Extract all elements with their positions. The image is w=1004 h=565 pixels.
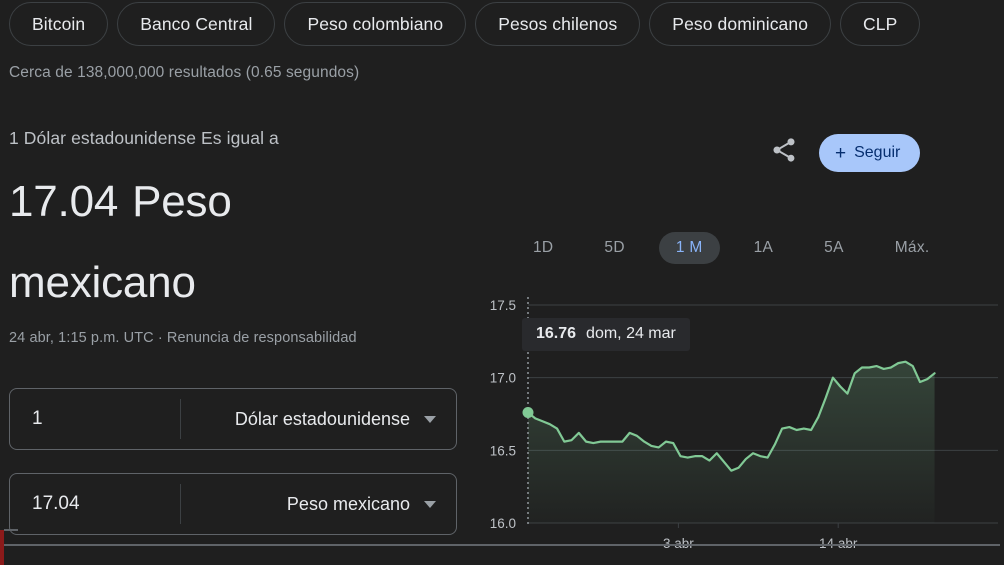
from-currency-select[interactable]: Dólar estadounidense xyxy=(181,409,456,430)
chip-clp[interactable]: CLP xyxy=(840,2,921,46)
currency-converter-panel: 1 Dólar estadounidense Es igual a 17.04 … xyxy=(9,128,469,346)
results-count: Cerca de 138,000,000 resultados (0.65 se… xyxy=(9,64,360,81)
from-amount-value[interactable]: 1 xyxy=(10,408,180,430)
svg-text:17.0: 17.0 xyxy=(490,371,516,386)
svg-text:17.5: 17.5 xyxy=(490,298,516,313)
share-icon[interactable] xyxy=(770,136,798,164)
range-tab-max[interactable]: Máx. xyxy=(878,232,947,264)
to-currency-select[interactable]: Peso mexicano xyxy=(181,494,456,515)
range-tab-5a[interactable]: 5A xyxy=(807,232,861,264)
follow-button[interactable]: + Seguir xyxy=(819,134,921,172)
from-currency-label: Dólar estadounidense xyxy=(234,408,410,429)
viewport-edge-artifact xyxy=(0,530,4,565)
conversion-result: 17.04 Peso mexicano xyxy=(9,177,232,308)
to-amount-value[interactable]: 17.04 xyxy=(10,493,180,515)
chart-range-tabs: 1D 5D 1 M 1A 5A Máx. xyxy=(516,232,964,264)
chip-peso-dominicano[interactable]: Peso dominicano xyxy=(649,2,832,46)
chip-peso-colombiano[interactable]: Peso colombiano xyxy=(284,2,467,46)
tooltip-date: dom, 24 mar xyxy=(586,325,676,342)
range-tab-5d[interactable]: 5D xyxy=(587,232,641,264)
range-tab-1m[interactable]: 1 M xyxy=(658,232,720,264)
related-search-chips: Bitcoin Banco Central Peso colombiano Pe… xyxy=(0,0,1004,48)
range-tab-1a[interactable]: 1A xyxy=(737,232,791,264)
bottom-rule-short xyxy=(4,529,18,531)
tooltip-value: 16.76 xyxy=(536,325,577,342)
to-currency-label: Peso mexicano xyxy=(286,493,410,514)
svg-text:16.5: 16.5 xyxy=(490,443,516,458)
from-amount-field[interactable]: 1 Dólar estadounidense xyxy=(9,388,457,450)
chart-tooltip: 16.76 dom, 24 mar xyxy=(522,318,690,351)
bottom-rule xyxy=(4,544,1000,546)
follow-button-label: Seguir xyxy=(854,144,901,161)
chip-pesos-chilenos[interactable]: Pesos chilenos xyxy=(475,2,641,46)
range-tab-1d[interactable]: 1D xyxy=(516,232,570,264)
plus-icon: + xyxy=(835,142,847,164)
to-amount-field[interactable]: 17.04 Peso mexicano xyxy=(9,473,457,535)
conversion-timestamp: 24 abr, 1:15 p.m. UTC · Renuncia de resp… xyxy=(9,329,357,346)
chevron-down-icon[interactable] xyxy=(424,415,436,423)
chip-bitcoin[interactable]: Bitcoin xyxy=(9,2,109,46)
search-results-page: Bitcoin Banco Central Peso colombiano Pe… xyxy=(0,0,1004,565)
chip-banco-central[interactable]: Banco Central xyxy=(117,2,276,46)
conversion-subtitle: 1 Dólar estadounidense Es igual a xyxy=(9,128,279,148)
chevron-down-icon[interactable] xyxy=(424,500,436,508)
svg-text:16.0: 16.0 xyxy=(490,516,516,531)
